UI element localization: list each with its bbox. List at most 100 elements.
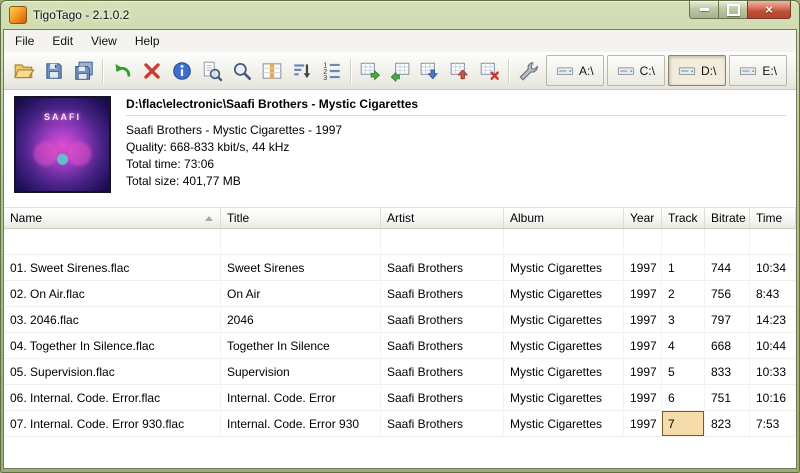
cell-track[interactable]: 7 xyxy=(662,411,705,436)
cell-time[interactable]: 10:33 xyxy=(750,359,796,384)
cell-bitrate[interactable]: 744 xyxy=(705,255,750,280)
cell-bitrate[interactable]: 751 xyxy=(705,385,750,410)
cell-bitrate[interactable]: 668 xyxy=(705,333,750,358)
cell-name[interactable]: 04. Together In Silence.flac xyxy=(4,333,221,358)
copy-tags-icon[interactable] xyxy=(415,56,445,86)
cell-year[interactable]: 1997 xyxy=(624,385,662,410)
close-button[interactable]: × xyxy=(747,1,791,19)
save-all-icon[interactable] xyxy=(69,56,99,86)
cell-artist[interactable]: Saafi Brothers xyxy=(381,411,504,436)
cell-bitrate[interactable] xyxy=(705,229,750,254)
cell-name[interactable]: 06. Internal. Code. Error.flac xyxy=(4,385,221,410)
cell-name[interactable]: 03. 2046.flac xyxy=(4,307,221,332)
column-header-bitrate[interactable]: Bitrate xyxy=(705,208,750,228)
cell-track[interactable] xyxy=(662,229,705,254)
cell-artist[interactable]: Saafi Brothers xyxy=(381,307,504,332)
remove-tags-icon[interactable] xyxy=(475,56,505,86)
cell-bitrate[interactable]: 797 xyxy=(705,307,750,332)
cell-title[interactable] xyxy=(221,229,381,254)
menu-file[interactable]: File xyxy=(6,30,43,52)
select-columns-icon[interactable] xyxy=(257,56,287,86)
cell-track[interactable]: 3 xyxy=(662,307,705,332)
drive-button-d[interactable]: D:\ xyxy=(668,55,726,86)
cell-album[interactable]: Mystic Cigarettes xyxy=(504,255,624,280)
cell-artist[interactable] xyxy=(381,229,504,254)
tags-from-filename-icon[interactable] xyxy=(355,56,385,86)
drive-button-e[interactable]: E:\ xyxy=(729,55,787,86)
cell-title[interactable]: Internal. Code. Error xyxy=(221,385,381,410)
cell-album[interactable]: Mystic Cigarettes xyxy=(504,333,624,358)
cell-album[interactable] xyxy=(504,229,624,254)
column-header-track[interactable]: Track xyxy=(662,208,705,228)
cell-track[interactable]: 5 xyxy=(662,359,705,384)
undo-icon[interactable] xyxy=(107,56,137,86)
cell-bitrate[interactable]: 833 xyxy=(705,359,750,384)
drive-button-a[interactable]: A:\ xyxy=(546,55,604,86)
cell-album[interactable]: Mystic Cigarettes xyxy=(504,411,624,436)
filenames-from-tags-icon[interactable] xyxy=(385,56,415,86)
cell-name[interactable] xyxy=(4,229,221,254)
minimize-button[interactable] xyxy=(689,1,719,19)
cell-year[interactable] xyxy=(624,229,662,254)
find-icon[interactable] xyxy=(227,56,257,86)
cell-time[interactable]: 10:16 xyxy=(750,385,796,410)
cell-title[interactable]: On Air xyxy=(221,281,381,306)
cell-name[interactable]: 05. Supervision.flac xyxy=(4,359,221,384)
cell-artist[interactable]: Saafi Brothers xyxy=(381,333,504,358)
cell-time[interactable]: 7:53 xyxy=(750,411,796,436)
column-header-album[interactable]: Album xyxy=(504,208,624,228)
cell-artist[interactable]: Saafi Brothers xyxy=(381,281,504,306)
cell-name[interactable]: 07. Internal. Code. Error 930.flac xyxy=(4,411,221,436)
column-header-name[interactable]: Name xyxy=(4,208,221,228)
cell-name[interactable]: 01. Sweet Sirenes.flac xyxy=(4,255,221,280)
cell-album[interactable]: Mystic Cigarettes xyxy=(504,307,624,332)
cell-name[interactable]: 02. On Air.flac xyxy=(4,281,221,306)
column-header-year[interactable]: Year xyxy=(624,208,662,228)
settings-wrench-icon[interactable] xyxy=(513,56,543,86)
maximize-button[interactable] xyxy=(719,1,747,19)
cell-year[interactable]: 1997 xyxy=(624,281,662,306)
cell-time[interactable]: 10:34 xyxy=(750,255,796,280)
save-icon[interactable] xyxy=(39,56,69,86)
info-icon[interactable] xyxy=(167,56,197,86)
cell-title[interactable]: Sweet Sirenes xyxy=(221,255,381,280)
column-header-time[interactable]: Time xyxy=(750,208,796,228)
menu-help[interactable]: Help xyxy=(126,30,169,52)
column-header-title[interactable]: Title xyxy=(221,208,381,228)
cell-track[interactable]: 1 xyxy=(662,255,705,280)
cell-bitrate[interactable]: 756 xyxy=(705,281,750,306)
cell-track[interactable]: 6 xyxy=(662,385,705,410)
cell-year[interactable]: 1997 xyxy=(624,255,662,280)
cell-track[interactable]: 2 xyxy=(662,281,705,306)
cell-time[interactable]: 14:23 xyxy=(750,307,796,332)
cell-time[interactable] xyxy=(750,229,796,254)
cell-track[interactable]: 4 xyxy=(662,333,705,358)
delete-icon[interactable] xyxy=(137,56,167,86)
open-folder-icon[interactable] xyxy=(9,56,39,86)
cell-title[interactable]: Internal. Code. Error 930 xyxy=(221,411,381,436)
cell-bitrate[interactable]: 823 xyxy=(705,411,750,436)
title-bar[interactable]: TigoTago - 2.1.0.2 xyxy=(1,1,799,29)
preview-document-icon[interactable] xyxy=(197,56,227,86)
sort-descending-icon[interactable] xyxy=(287,56,317,86)
cell-title[interactable]: Together In Silence xyxy=(221,333,381,358)
cell-year[interactable]: 1997 xyxy=(624,359,662,384)
cell-time[interactable]: 10:44 xyxy=(750,333,796,358)
cell-album[interactable]: Mystic Cigarettes xyxy=(504,385,624,410)
menu-view[interactable]: View xyxy=(82,30,126,52)
cell-year[interactable]: 1997 xyxy=(624,411,662,436)
menu-edit[interactable]: Edit xyxy=(43,30,82,52)
cell-artist[interactable]: Saafi Brothers xyxy=(381,359,504,384)
cell-artist[interactable]: Saafi Brothers xyxy=(381,255,504,280)
cell-time[interactable]: 8:43 xyxy=(750,281,796,306)
cell-title[interactable]: 2046 xyxy=(221,307,381,332)
column-header-artist[interactable]: Artist xyxy=(381,208,504,228)
cell-album[interactable]: Mystic Cigarettes xyxy=(504,281,624,306)
cell-year[interactable]: 1997 xyxy=(624,307,662,332)
cell-album[interactable]: Mystic Cigarettes xyxy=(504,359,624,384)
cell-artist[interactable]: Saafi Brothers xyxy=(381,385,504,410)
cell-year[interactable]: 1997 xyxy=(624,333,662,358)
paste-tags-icon[interactable] xyxy=(445,56,475,86)
drive-button-c[interactable]: C:\ xyxy=(607,55,665,86)
cell-title[interactable]: Supervision xyxy=(221,359,381,384)
